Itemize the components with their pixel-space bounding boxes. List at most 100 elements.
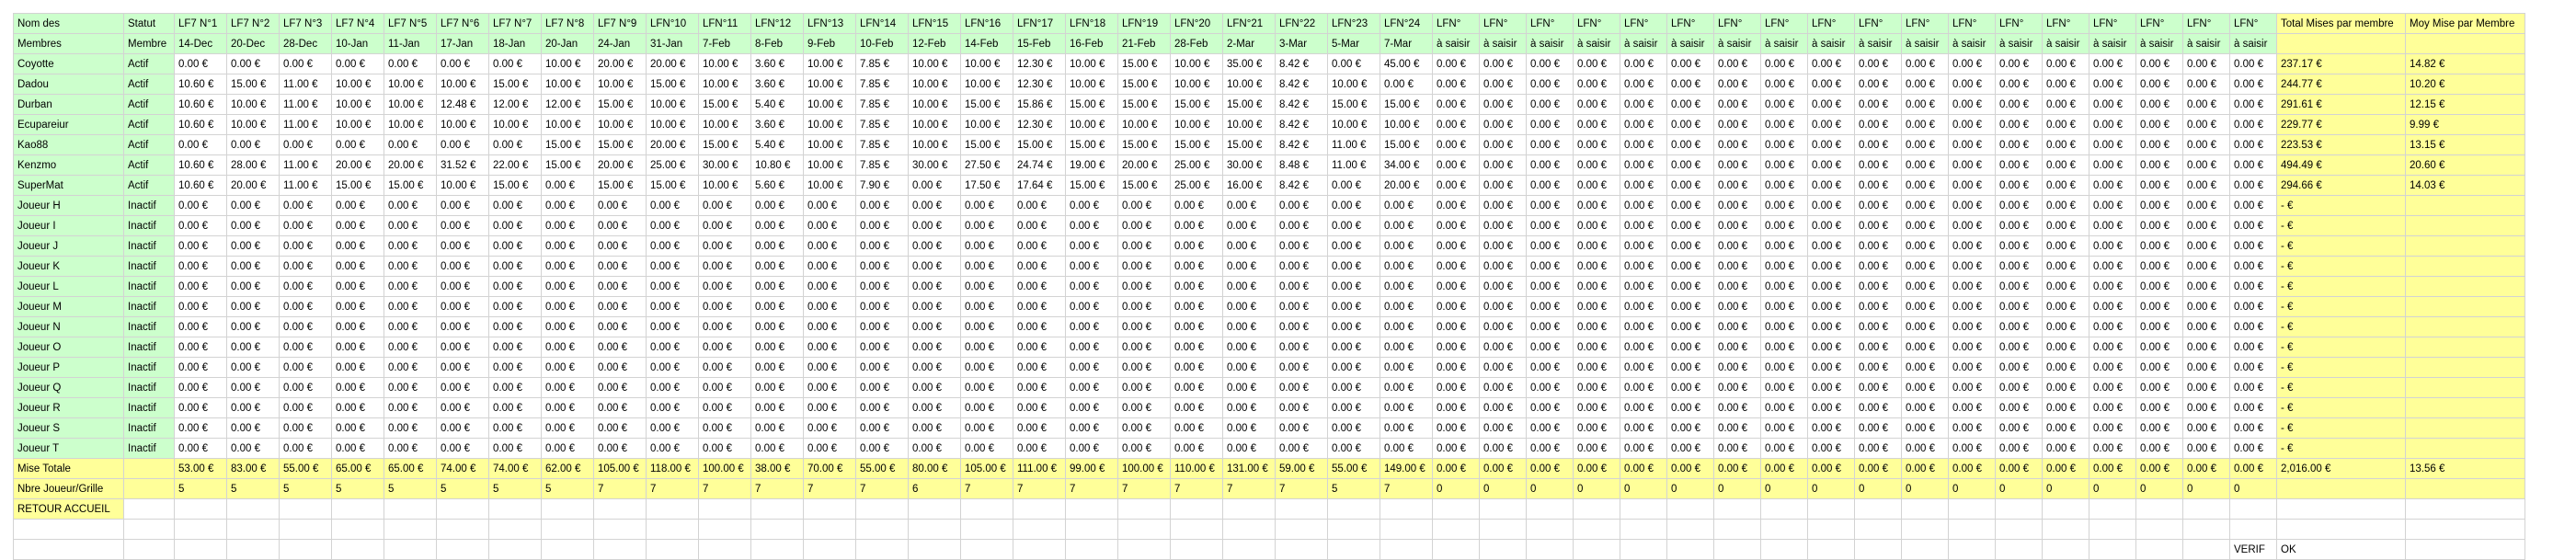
empty-cell[interactable] bbox=[1948, 498, 1996, 520]
bet-cell[interactable]: 20.00 € bbox=[384, 154, 437, 176]
nbre-joueur-cell[interactable]: 0 bbox=[1760, 478, 1808, 499]
bet-cell[interactable]: 10.00 € bbox=[226, 94, 280, 115]
bet-cell[interactable]: 0.00 € bbox=[541, 377, 594, 398]
bet-cell[interactable]: 0.00 € bbox=[2182, 235, 2230, 257]
nbre-joueur-cell[interactable]: 7 bbox=[1380, 478, 1433, 499]
bet-cell[interactable]: 0.00 € bbox=[1013, 357, 1066, 378]
bet-cell[interactable]: 0.00 € bbox=[2135, 377, 2183, 398]
bet-cell[interactable]: 0.00 € bbox=[488, 53, 542, 74]
bet-cell[interactable]: 0.00 € bbox=[1666, 134, 1714, 155]
bet-cell[interactable]: 0.00 € bbox=[646, 417, 699, 439]
bet-cell[interactable]: 0.00 € bbox=[1479, 94, 1527, 115]
bet-cell[interactable]: 0.00 € bbox=[2229, 134, 2277, 155]
mise-totale-cell[interactable]: 74.00 € bbox=[436, 458, 489, 479]
bet-cell[interactable]: 15.00 € bbox=[1065, 94, 1118, 115]
bet-cell[interactable]: 0.00 € bbox=[279, 235, 332, 257]
empty-cell[interactable] bbox=[960, 519, 1013, 540]
bet-cell[interactable]: 0.00 € bbox=[803, 296, 856, 317]
bet-cell[interactable]: 0.00 € bbox=[803, 276, 856, 297]
header-cell[interactable]: LFN° bbox=[1573, 13, 1620, 34]
bet-cell[interactable]: 0.00 € bbox=[1432, 175, 1480, 196]
member-avg-cell[interactable]: 10.20 € bbox=[2405, 74, 2525, 95]
header-cell[interactable]: à saisir bbox=[1995, 33, 2043, 54]
bet-cell[interactable]: 0.00 € bbox=[1995, 296, 2043, 317]
mise-totale-cell[interactable]: 53.00 € bbox=[174, 458, 227, 479]
bet-cell[interactable]: 0.00 € bbox=[1117, 397, 1171, 418]
nbre-joueur-cell[interactable]: 0 bbox=[1526, 478, 1574, 499]
mise-totale-cell[interactable]: 0.00 € bbox=[1432, 458, 1480, 479]
bet-cell[interactable]: 3.60 € bbox=[750, 74, 804, 95]
bet-cell[interactable]: 0.00 € bbox=[1065, 296, 1118, 317]
bet-cell[interactable]: 10.00 € bbox=[593, 74, 647, 95]
bet-cell[interactable]: 11.00 € bbox=[1327, 154, 1380, 176]
empty-cell[interactable] bbox=[2042, 519, 2089, 540]
bet-cell[interactable]: 0.00 € bbox=[384, 53, 437, 74]
bet-cell[interactable]: 0.00 € bbox=[908, 438, 961, 459]
empty-cell[interactable] bbox=[908, 519, 961, 540]
bet-cell[interactable]: 0.00 € bbox=[1327, 438, 1380, 459]
empty-cell[interactable] bbox=[13, 539, 124, 560]
mise-totale-label[interactable]: Mise Totale bbox=[13, 458, 124, 479]
bet-cell[interactable]: 0.00 € bbox=[1275, 438, 1328, 459]
member-total-cell[interactable]: - € bbox=[2276, 276, 2406, 297]
bet-cell[interactable]: 0.00 € bbox=[174, 377, 227, 398]
bet-cell[interactable]: 0.00 € bbox=[1573, 53, 1620, 74]
bet-cell[interactable]: 7.85 € bbox=[855, 94, 909, 115]
header-cell[interactable]: LFN° bbox=[1995, 13, 2043, 34]
header-cell[interactable]: LF7 N°5 bbox=[384, 13, 437, 34]
bet-cell[interactable]: 0.00 € bbox=[1117, 256, 1171, 277]
bet-cell[interactable]: 7.90 € bbox=[855, 175, 909, 196]
bet-cell[interactable]: 0.00 € bbox=[2135, 397, 2183, 418]
mise-totale-cell[interactable]: 0.00 € bbox=[1526, 458, 1574, 479]
header-cell[interactable]: 3-Mar bbox=[1275, 33, 1328, 54]
bet-cell[interactable]: 0.00 € bbox=[1479, 175, 1527, 196]
empty-cell[interactable] bbox=[1117, 519, 1171, 540]
header-cell[interactable]: 20-Jan bbox=[541, 33, 594, 54]
header-cell[interactable]: 31-Jan bbox=[646, 33, 699, 54]
bet-cell[interactable]: 0.00 € bbox=[1948, 357, 1996, 378]
bet-cell[interactable]: 8.48 € bbox=[1275, 154, 1328, 176]
bet-cell[interactable]: 0.00 € bbox=[1479, 53, 1527, 74]
bet-cell[interactable]: 0.00 € bbox=[541, 195, 594, 216]
bet-cell[interactable]: 0.00 € bbox=[488, 438, 542, 459]
bet-cell[interactable]: 0.00 € bbox=[1526, 417, 1574, 439]
nbre-joueur-cell[interactable]: 5 bbox=[384, 478, 437, 499]
bet-cell[interactable]: 0.00 € bbox=[174, 53, 227, 74]
bet-cell[interactable]: 0.00 € bbox=[1573, 357, 1620, 378]
bet-cell[interactable]: 0.00 € bbox=[750, 417, 804, 439]
empty-cell[interactable] bbox=[1713, 519, 1761, 540]
bet-cell[interactable]: 0.00 € bbox=[2182, 256, 2230, 277]
bet-cell[interactable]: 10.00 € bbox=[226, 114, 280, 135]
nbre-joueur-cell[interactable]: 7 bbox=[1275, 478, 1328, 499]
bet-cell[interactable]: 0.00 € bbox=[1432, 74, 1480, 95]
bet-cell[interactable]: 0.00 € bbox=[1854, 296, 1902, 317]
nbre-joueur-cell[interactable]: 5 bbox=[226, 478, 280, 499]
bet-cell[interactable]: 0.00 € bbox=[384, 235, 437, 257]
nbre-joueur-cell[interactable]: 0 bbox=[1901, 478, 1949, 499]
bet-cell[interactable]: 8.42 € bbox=[1275, 134, 1328, 155]
nbre-joueur-cell[interactable]: 0 bbox=[1666, 478, 1714, 499]
bet-cell[interactable]: 8.42 € bbox=[1275, 53, 1328, 74]
bet-cell[interactable]: 0.00 € bbox=[1620, 215, 1667, 236]
member-total-cell[interactable]: - € bbox=[2276, 397, 2406, 418]
nbre-joueur-cell[interactable]: 5 bbox=[436, 478, 489, 499]
bet-cell[interactable]: 15.00 € bbox=[1117, 94, 1171, 115]
bet-cell[interactable]: 0.00 € bbox=[1065, 276, 1118, 297]
bet-cell[interactable]: 0.00 € bbox=[1713, 276, 1761, 297]
empty-cell[interactable] bbox=[1854, 498, 1902, 520]
bet-cell[interactable]: 10.00 € bbox=[384, 114, 437, 135]
member-name-cell[interactable]: Kao88 bbox=[13, 134, 124, 155]
bet-cell[interactable]: 0.00 € bbox=[1327, 215, 1380, 236]
member-total-cell[interactable]: - € bbox=[2276, 195, 2406, 216]
bet-cell[interactable]: 0.00 € bbox=[960, 215, 1013, 236]
empty-cell[interactable] bbox=[1432, 519, 1480, 540]
empty-cell[interactable] bbox=[1222, 519, 1276, 540]
member-avg-cell[interactable] bbox=[2405, 397, 2525, 418]
bet-cell[interactable]: 0.00 € bbox=[2182, 417, 2230, 439]
bet-cell[interactable]: 0.00 € bbox=[1666, 175, 1714, 196]
bet-cell[interactable]: 0.00 € bbox=[2229, 195, 2277, 216]
bet-cell[interactable]: 0.00 € bbox=[1901, 417, 1949, 439]
bet-cell[interactable]: 0.00 € bbox=[593, 235, 647, 257]
empty-cell[interactable] bbox=[1013, 539, 1066, 560]
empty-cell[interactable] bbox=[646, 498, 699, 520]
